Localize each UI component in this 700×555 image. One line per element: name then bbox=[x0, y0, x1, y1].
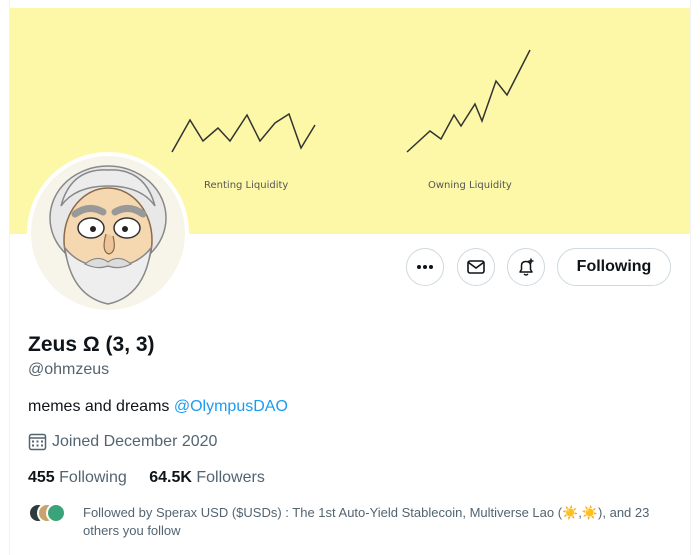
display-name: Zeus Ω (3, 3) bbox=[28, 333, 155, 356]
followers-stat[interactable]: 64.5K Followers bbox=[149, 469, 265, 486]
bio-text: memes and dreams bbox=[28, 398, 170, 415]
more-icon bbox=[417, 265, 433, 269]
calendar-icon bbox=[28, 433, 47, 451]
following-stat[interactable]: 455 Following bbox=[28, 469, 127, 486]
join-date-text: Joined December 2020 bbox=[52, 432, 218, 450]
bell-plus-icon bbox=[519, 258, 534, 276]
following-button[interactable]: Following bbox=[557, 248, 671, 286]
followed-by-text: Followed by Sperax USD ($USDs) : The 1st… bbox=[83, 505, 650, 538]
followers-count: 64.5K bbox=[149, 469, 192, 486]
mail-icon bbox=[467, 260, 485, 274]
renting-liquidity-line bbox=[171, 112, 316, 153]
following-count: 455 bbox=[28, 469, 55, 486]
following-stat-label: Following bbox=[59, 469, 127, 486]
notify-button[interactable] bbox=[507, 248, 545, 286]
owning-liquidity-line bbox=[406, 49, 531, 153]
followers-stat-label: Followers bbox=[196, 469, 265, 486]
follower-avatar bbox=[46, 503, 66, 523]
join-date: Joined December 2020 bbox=[28, 432, 217, 451]
bio: memes and dreams @OlympusDAO bbox=[28, 398, 288, 416]
more-button[interactable] bbox=[406, 248, 444, 286]
avatar[interactable] bbox=[27, 152, 189, 314]
renting-liquidity-caption: Renting Liquidity bbox=[204, 180, 289, 191]
followed-by[interactable]: Followed by Sperax USD ($USDs) : The 1st… bbox=[28, 503, 678, 543]
owning-liquidity-caption: Owning Liquidity bbox=[428, 180, 512, 191]
message-button[interactable] bbox=[457, 248, 495, 286]
profile-actions: Following bbox=[0, 248, 700, 288]
bio-mention-link[interactable]: @OlympusDAO bbox=[174, 398, 288, 415]
follow-stats: 455 Following 64.5K Followers bbox=[28, 469, 283, 487]
username: @ohmzeus bbox=[28, 361, 110, 378]
